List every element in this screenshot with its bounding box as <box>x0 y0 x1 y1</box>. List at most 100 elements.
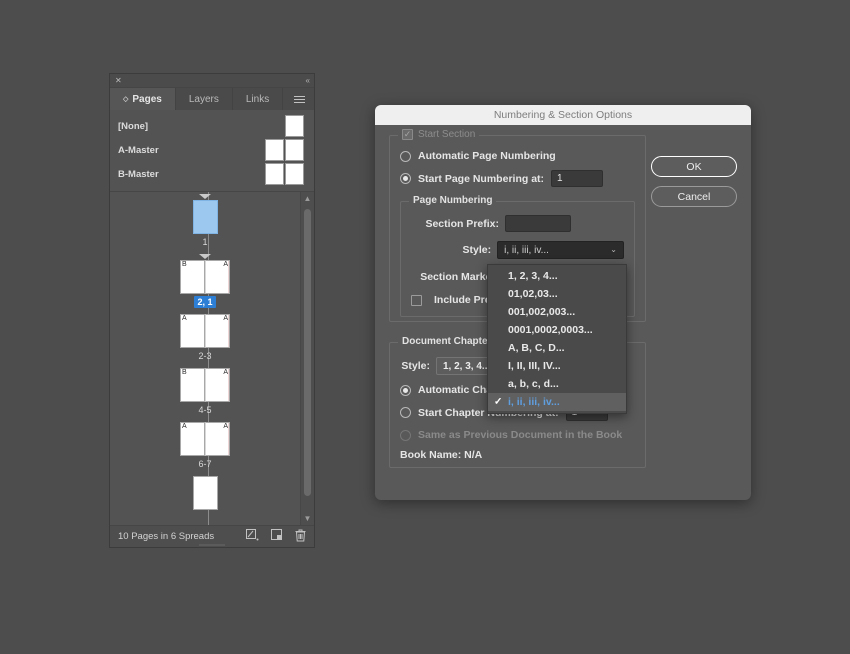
page-master-marker: A <box>182 423 187 430</box>
page-thumbnail[interactable]: A <box>180 314 205 348</box>
dropdown-option-arabic-2digit[interactable]: 01,02,03... <box>488 285 626 303</box>
dialog-titlebar[interactable]: Numbering & Section Options <box>375 105 751 125</box>
dropdown-option-label: a, b, c, d... <box>508 378 559 390</box>
dropdown-option-lowercase-roman[interactable]: ✓ i, ii, iii, iv... <box>488 393 626 411</box>
style-select-value: i, ii, iii, iv... <box>504 244 549 256</box>
scrollbar-thumb[interactable] <box>304 209 311 496</box>
dropdown-option-lowercase-letters[interactable]: a, b, c, d... <box>488 375 626 393</box>
page-thumbnail[interactable]: A <box>205 368 230 402</box>
page-count-status: 10 Pages in 6 Spreads <box>118 531 215 542</box>
scroll-down-arrow-icon[interactable]: ▼ <box>304 512 312 525</box>
dropdown-option-label: 0001,0002,0003... <box>508 324 593 336</box>
dropdown-option-arabic-4digit[interactable]: 0001,0002,0003... <box>488 321 626 339</box>
master-page-thumb <box>285 139 304 161</box>
spread-label: 2, 1 <box>194 296 216 308</box>
start-chapter-radio[interactable] <box>400 407 411 418</box>
section-prefix-input[interactable] <box>505 215 571 232</box>
page-thumbnail-row: A A <box>180 422 230 456</box>
start-section-checkbox[interactable]: ✓ <box>402 129 413 140</box>
dropdown-option-arabic[interactable]: 1, 2, 3, 4... <box>488 267 626 285</box>
tab-pages[interactable]: ◇ Pages <box>110 88 176 110</box>
collapse-icon[interactable]: « <box>306 76 311 85</box>
cancel-button[interactable]: Cancel <box>651 186 737 207</box>
spreads-area[interactable]: 1 B A 2, 1 A A 2-3 B A 4-5 A A 6-7 ▲ ▼ <box>110 191 314 525</box>
page-thumbnail-row: B A <box>180 368 230 402</box>
automatic-page-numbering-row[interactable]: Automatic Page Numbering <box>400 150 635 162</box>
master-item-none[interactable]: [None] <box>110 114 314 138</box>
scrollbar-track[interactable] <box>301 205 314 512</box>
scroll-up-arrow-icon[interactable]: ▲ <box>304 192 312 205</box>
start-page-numbering-radio[interactable] <box>400 173 411 184</box>
master-thumbnails <box>265 139 304 161</box>
same-as-previous-radio <box>400 429 411 441</box>
master-label: A-Master <box>118 144 159 156</box>
spread-item[interactable] <box>192 476 218 510</box>
tab-layers[interactable]: Layers <box>176 88 233 110</box>
page-thumbnail-row: B A <box>180 260 230 294</box>
tab-layers-label: Layers <box>188 93 219 105</box>
masters-list: [None] A-Master B-Master <box>110 110 314 191</box>
dropdown-option-label: i, ii, iii, iv... <box>508 396 560 408</box>
tab-pages-label: Pages <box>132 93 162 105</box>
spread-item[interactable]: B A 2, 1 <box>180 254 230 308</box>
panel-tab-bar: ◇ Pages Layers Links <box>110 88 314 110</box>
page-master-marker: A <box>223 369 228 376</box>
style-select[interactable]: i, ii, iii, iv... ⌄ <box>497 241 624 259</box>
dropdown-option-arabic-3digit[interactable]: 001,002,003... <box>488 303 626 321</box>
automatic-chapter-radio[interactable] <box>400 384 411 396</box>
include-prefix-checkbox[interactable] <box>411 294 422 306</box>
panel-resize-grip[interactable] <box>110 542 314 547</box>
spread-label: 1 <box>202 237 208 247</box>
dropdown-option-uppercase-letters[interactable]: A, B, C, D... <box>488 339 626 357</box>
start-page-numbering-value: 1 <box>557 173 563 184</box>
spread-label: 6-7 <box>198 459 212 469</box>
dialog-title: Numbering & Section Options <box>493 109 633 121</box>
page-thumbnail[interactable]: A <box>205 260 230 294</box>
pages-panel: ✕ « ◇ Pages Layers Links [None] A-Master <box>109 73 315 548</box>
spread-item[interactable]: 1 <box>192 194 218 248</box>
hamburger-menu-icon[interactable] <box>285 88 314 110</box>
chapter-style-value: 1, 2, 3, 4... <box>443 360 491 372</box>
page-numbering-legend: Page Numbering <box>409 195 497 206</box>
section-prefix-row: Section Prefix: <box>411 215 624 232</box>
spread-item[interactable]: A A 2-3 <box>180 314 230 362</box>
section-marker-label: Section Marker: <box>420 270 499 283</box>
master-thumbnails <box>285 115 304 137</box>
page-thumbnail[interactable]: A <box>205 422 230 456</box>
tab-links-label: Links <box>245 93 270 105</box>
panel-titlebar: ✕ « <box>110 74 314 88</box>
page-master-marker: A <box>182 315 187 322</box>
close-icon[interactable]: ✕ <box>115 76 122 85</box>
tab-links[interactable]: Links <box>233 88 284 110</box>
master-page-thumb <box>265 163 284 185</box>
dropdown-option-label: 1, 2, 3, 4... <box>508 270 558 282</box>
spread-item[interactable]: A A 6-7 <box>180 422 230 470</box>
page-thumbnail[interactable] <box>192 476 218 510</box>
page-thumbnail-row: A A <box>180 314 230 348</box>
automatic-chapter-label: Automatic Cha <box>418 384 493 396</box>
spread-item[interactable]: B A 4-5 <box>180 368 230 416</box>
page-thumbnail[interactable]: B <box>180 368 205 402</box>
master-page-thumb <box>265 139 284 161</box>
style-label: Style: <box>462 244 492 256</box>
page-thumbnail[interactable] <box>192 200 218 234</box>
dropdown-option-uppercase-roman[interactable]: I, II, III, IV... <box>488 357 626 375</box>
ok-button-label: OK <box>686 160 702 173</box>
automatic-page-numbering-radio[interactable] <box>400 150 411 162</box>
page-master-marker: A <box>223 261 228 268</box>
page-thumbnail[interactable]: A <box>205 314 230 348</box>
start-page-numbering-row[interactable]: Start Page Numbering at: 1 <box>400 170 635 187</box>
vertical-scrollbar[interactable]: ▲ ▼ <box>300 192 314 525</box>
tab-arrow-icon: ◇ <box>123 96 129 103</box>
start-page-numbering-input[interactable]: 1 <box>551 170 604 187</box>
page-thumbnail[interactable]: A <box>180 422 205 456</box>
style-dropdown-menu[interactable]: 1, 2, 3, 4... 01,02,03... 001,002,003...… <box>487 264 627 414</box>
page-thumbnail[interactable]: B <box>180 260 205 294</box>
book-name-text: Book Name: N/A <box>400 449 483 461</box>
master-item-a-master[interactable]: A-Master <box>110 138 314 162</box>
ok-button[interactable]: OK <box>651 156 737 177</box>
master-item-b-master[interactable]: B-Master <box>110 162 314 186</box>
master-label: [None] <box>118 120 149 132</box>
master-page-thumb <box>285 163 304 185</box>
start-section-label: Start Section <box>418 129 476 140</box>
